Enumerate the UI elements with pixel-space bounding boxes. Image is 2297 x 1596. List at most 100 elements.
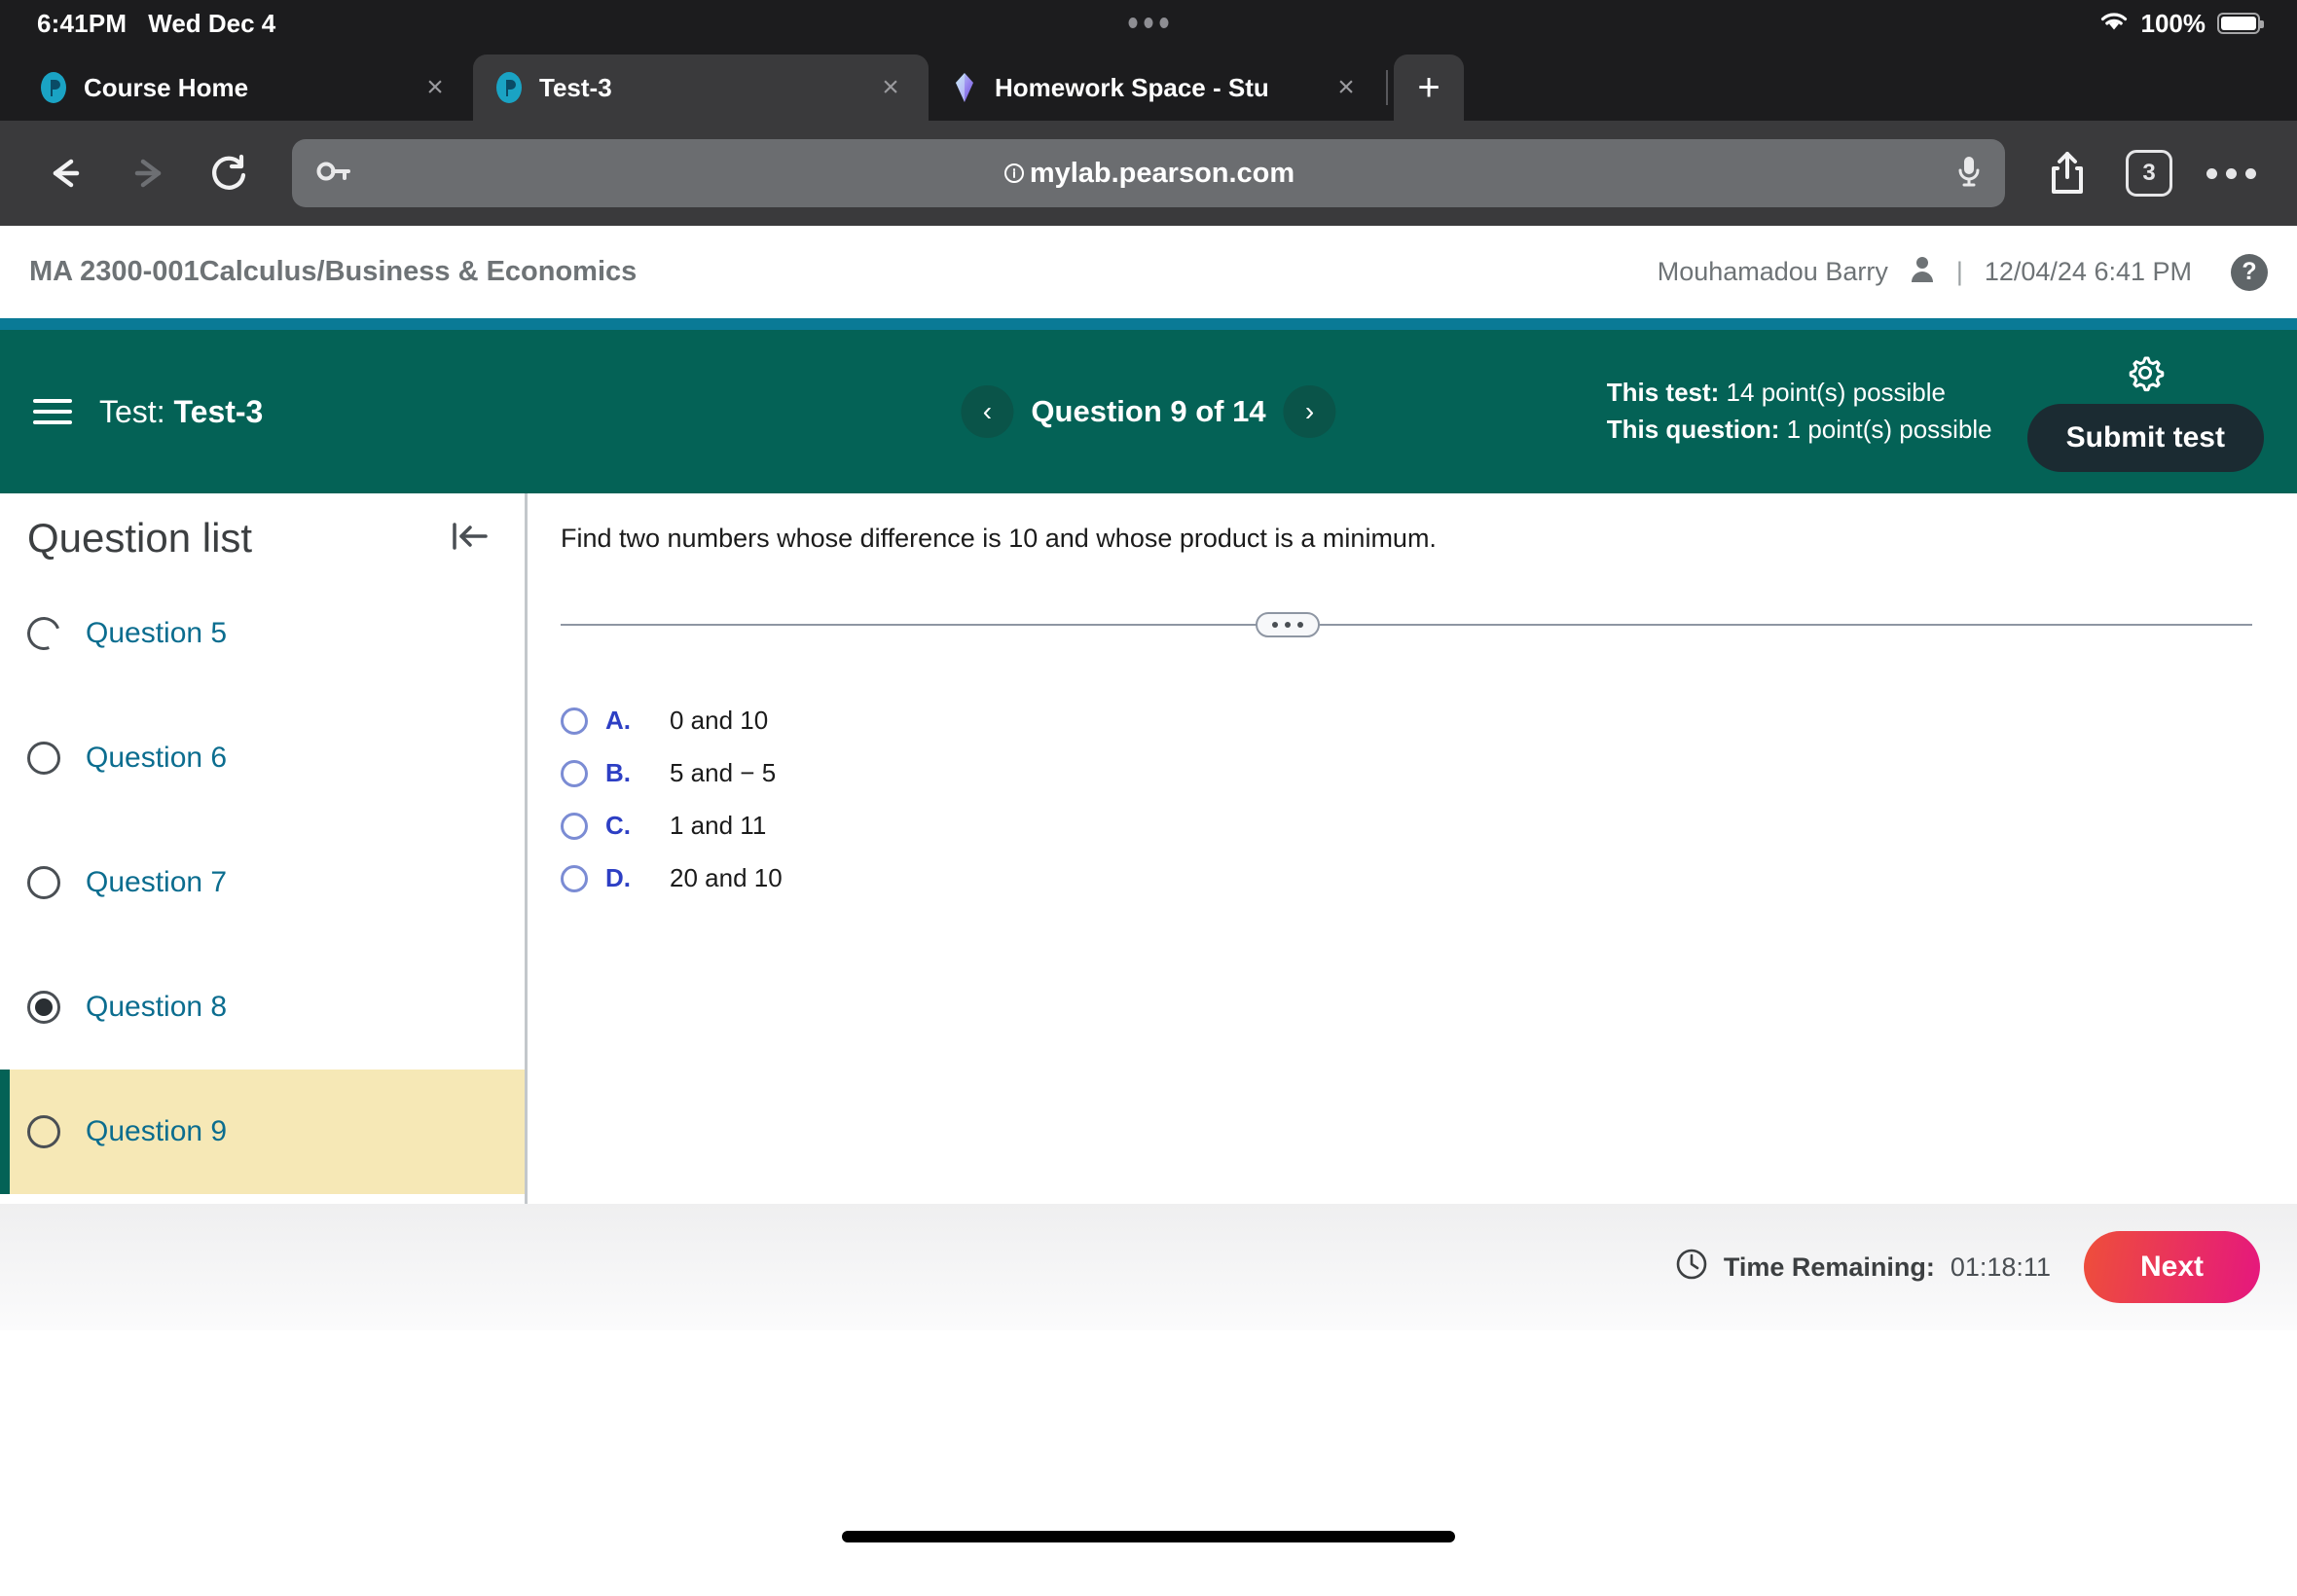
question-status-partial-icon: [21, 611, 66, 656]
answer-option-b[interactable]: B. 5 and − 5: [561, 747, 2252, 800]
tab-count-button[interactable]: 3: [2112, 136, 2186, 210]
battery-percent: 100%: [2140, 8, 2206, 38]
sidebar-item-question-8[interactable]: Question 8: [0, 945, 525, 1070]
accent-stripe: [0, 318, 2297, 330]
answer-option-c[interactable]: C. 1 and 11: [561, 800, 2252, 852]
question-status-empty-icon: [27, 866, 60, 899]
question-status-empty-icon: [27, 1115, 60, 1148]
radio-icon[interactable]: [561, 759, 588, 787]
gem-icon: [950, 71, 979, 104]
address-bar[interactable]: mylab.pearson.com: [292, 139, 2005, 207]
option-text: 1 and 11: [670, 811, 767, 840]
header-separator: |: [1955, 257, 1963, 286]
sidebar-item-question-7[interactable]: Question 7: [0, 820, 525, 945]
status-date: Wed Dec 4: [148, 8, 276, 38]
option-letter: D.: [605, 863, 631, 892]
next-question-button[interactable]: ›: [1283, 385, 1336, 438]
next-button[interactable]: Next: [2083, 1231, 2260, 1303]
prev-question-button[interactable]: ‹: [961, 385, 1014, 438]
close-icon[interactable]: ×: [419, 71, 452, 104]
new-tab-button[interactable]: +: [1394, 54, 1464, 121]
time-remaining-label: Time Remaining:: [1723, 1251, 1935, 1282]
radio-icon[interactable]: [561, 812, 588, 840]
this-test-value: 14 point(s) possible: [1726, 378, 1947, 408]
home-indicator[interactable]: [842, 1531, 1455, 1542]
question-status-answered-icon: [27, 991, 60, 1024]
question-status-empty-icon: [27, 742, 60, 775]
header-timestamp: 12/04/24 6:41 PM: [1984, 257, 2192, 286]
wifi-icon: [2098, 10, 2130, 38]
reload-icon[interactable]: [193, 136, 267, 210]
radio-icon[interactable]: [561, 707, 588, 735]
clock-icon: [1675, 1248, 1708, 1288]
close-icon[interactable]: ×: [874, 71, 907, 104]
content-divider: [561, 596, 2252, 654]
points-info: This test: 14 point(s) possible This que…: [1607, 375, 1992, 448]
more-ellipsis-icon[interactable]: [2194, 136, 2268, 210]
forward-arrow-icon: [111, 136, 185, 210]
question-navigator: ‹ Question 9 of 14 ›: [961, 385, 1336, 438]
option-text: 20 and 10: [670, 863, 783, 892]
question-prompt: Find two numbers whose difference is 10 …: [561, 524, 1437, 553]
question-list-sidebar: Question list Question 5 Question 6 Ques…: [0, 493, 528, 1204]
sidebar-item-label: Question 7: [86, 866, 228, 898]
radio-icon[interactable]: [561, 864, 588, 892]
sidebar-item-label: Question 5: [86, 617, 228, 649]
tab-count-value: 3: [2126, 150, 2172, 197]
browser-tab-strip: Course Home × Test-3 × Homework Space - …: [0, 47, 2297, 121]
close-icon[interactable]: ×: [1330, 71, 1363, 104]
sidebar-item-label: Question 8: [86, 991, 228, 1023]
this-question-value: 1 point(s) possible: [1786, 415, 1992, 444]
browser-tab-homework-space[interactable]: Homework Space - Stu ×: [929, 54, 1384, 121]
test-prefix: Test:: [99, 393, 165, 429]
question-position: Question 9 of 14: [1031, 394, 1266, 428]
multitask-dots-icon[interactable]: [1128, 18, 1169, 28]
back-arrow-icon[interactable]: [29, 136, 103, 210]
course-title: MA 2300-001Calculus/Business & Economics: [29, 256, 638, 287]
browser-toolbar: mylab.pearson.com 3: [0, 121, 2297, 226]
battery-full-icon: [2217, 13, 2264, 34]
test-toolbar: Test: Test-3 ‹ Question 9 of 14 › This t…: [0, 330, 2297, 493]
answer-option-d[interactable]: D. 20 and 10: [561, 852, 2252, 905]
sidebar-item-question-6[interactable]: Question 6: [0, 696, 525, 820]
test-bottom-bar: Time Remaining: 01:18:11 Next: [0, 1204, 2297, 1330]
page-settings-icon[interactable]: [1003, 162, 1026, 185]
url-text: mylab.pearson.com: [1029, 157, 1295, 189]
course-header: MA 2300-001Calculus/Business & Economics…: [0, 226, 2297, 318]
divider-line: [561, 623, 2252, 626]
drag-handle-dots-icon[interactable]: [1256, 611, 1321, 637]
tab-title: Homework Space - Stu: [995, 72, 1269, 102]
option-letter: B.: [605, 758, 631, 787]
hamburger-menu-icon[interactable]: [33, 399, 72, 424]
collapse-panel-left-icon[interactable]: [447, 517, 492, 561]
tab-separator: [1386, 70, 1388, 105]
browser-tab-course-home[interactable]: Course Home ×: [18, 54, 473, 121]
option-text: 0 and 10: [670, 706, 769, 735]
test-workspace: Question list Question 5 Question 6 Ques…: [0, 493, 2297, 1204]
tab-title: Course Home: [84, 72, 249, 102]
sidebar-item-question-9[interactable]: Question 9: [0, 1070, 525, 1194]
question-content: Find two numbers whose difference is 10 …: [528, 493, 2297, 1204]
time-remaining: Time Remaining: 01:18:11: [1675, 1248, 2051, 1288]
tab-title: Test-3: [539, 72, 612, 102]
status-time: 6:41PM: [37, 8, 128, 38]
answer-option-a[interactable]: A. 0 and 10: [561, 695, 2252, 747]
pearson-p-icon: [494, 71, 524, 104]
browser-tab-test-3[interactable]: Test-3 ×: [473, 54, 929, 121]
person-icon[interactable]: [1910, 254, 1935, 290]
url-display: mylab.pearson.com: [292, 158, 2005, 190]
help-icon[interactable]: ?: [2231, 253, 2268, 291]
sidebar-header: Question list: [0, 493, 525, 571]
this-question-label: This question:: [1606, 415, 1780, 444]
sidebar-item-label: Question 9: [86, 1115, 228, 1147]
user-name: Mouhamadou Barry: [1657, 257, 1888, 286]
option-letter: A.: [605, 706, 631, 735]
pearson-p-icon: [39, 71, 68, 104]
submit-test-button[interactable]: Submit test: [2026, 403, 2264, 472]
test-name-label: Test: Test-3: [99, 394, 263, 430]
gear-icon[interactable]: [2125, 352, 2166, 398]
answer-options: A. 0 and 10 B. 5 and − 5 C. 1 and 11 D. …: [561, 695, 2252, 905]
sidebar-item-question-5[interactable]: Question 5: [0, 571, 525, 696]
page-empty-area: [0, 1330, 2297, 1564]
share-icon[interactable]: [2030, 136, 2104, 210]
